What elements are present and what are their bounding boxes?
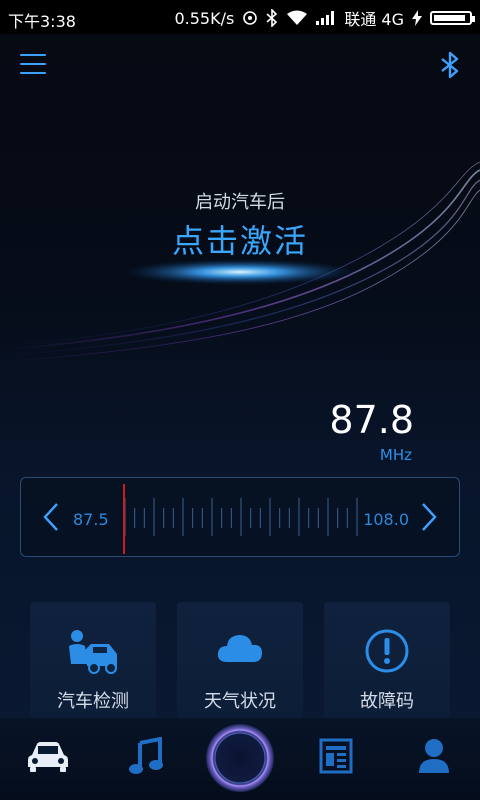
status-bar: 下午3:38 0.55K/s 联通 4G — [0, 0, 480, 34]
frequency-min-label: 87.5 — [73, 510, 109, 529]
radio-tuner: 87.5 108.0 — [20, 477, 460, 557]
status-time: 下午3:38 — [8, 12, 76, 31]
car-check-card[interactable]: 汽车检测 — [30, 602, 156, 720]
car-icon — [26, 739, 70, 777]
frequency-scale — [124, 498, 358, 536]
activation-subtitle: 启动汽车后 — [195, 192, 285, 213]
frequency-unit: MHz — [379, 446, 412, 464]
car-repair-icon — [30, 628, 156, 674]
music-note-icon — [128, 736, 164, 779]
weather-label: 天气状况 — [204, 691, 276, 712]
frequency-needle[interactable] — [123, 484, 125, 554]
bluetooth-status-icon — [266, 9, 278, 27]
nav-user[interactable] — [406, 730, 462, 786]
fault-code-label: 故障码 — [360, 691, 414, 712]
frequency-value: 87.8 — [329, 398, 414, 442]
hamburger-menu-icon[interactable] — [20, 54, 46, 76]
fault-code-card[interactable]: 故障码 — [324, 602, 450, 720]
carrier-label: 联通 4G — [344, 10, 404, 29]
exclamation-icon — [324, 628, 450, 674]
user-icon — [417, 737, 451, 779]
sync-icon — [242, 10, 258, 26]
nav-car[interactable] — [20, 730, 76, 786]
charging-icon — [412, 10, 422, 26]
status-right: 0.55K/s 联通 4G — [174, 6, 475, 30]
battery-icon — [430, 11, 475, 25]
signal-icon — [316, 11, 336, 25]
tune-up-button[interactable] — [415, 500, 443, 534]
net-speed: 0.55K/s — [174, 8, 235, 28]
tune-down-button[interactable] — [37, 500, 65, 534]
wifi-icon — [286, 10, 308, 26]
activation-glow — [122, 259, 358, 285]
voice-orb-icon[interactable] — [204, 722, 276, 794]
nav-music[interactable] — [118, 730, 174, 786]
news-icon — [319, 738, 353, 778]
frequency-max-label: 108.0 — [363, 510, 409, 529]
weather-card[interactable]: 天气状况 — [177, 602, 303, 720]
cloud-icon — [177, 628, 303, 674]
car-check-label: 汽车检测 — [57, 691, 129, 712]
bluetooth-icon[interactable] — [438, 50, 462, 80]
nav-news[interactable] — [308, 730, 364, 786]
activate-button[interactable]: 点击激活 — [0, 216, 480, 262]
